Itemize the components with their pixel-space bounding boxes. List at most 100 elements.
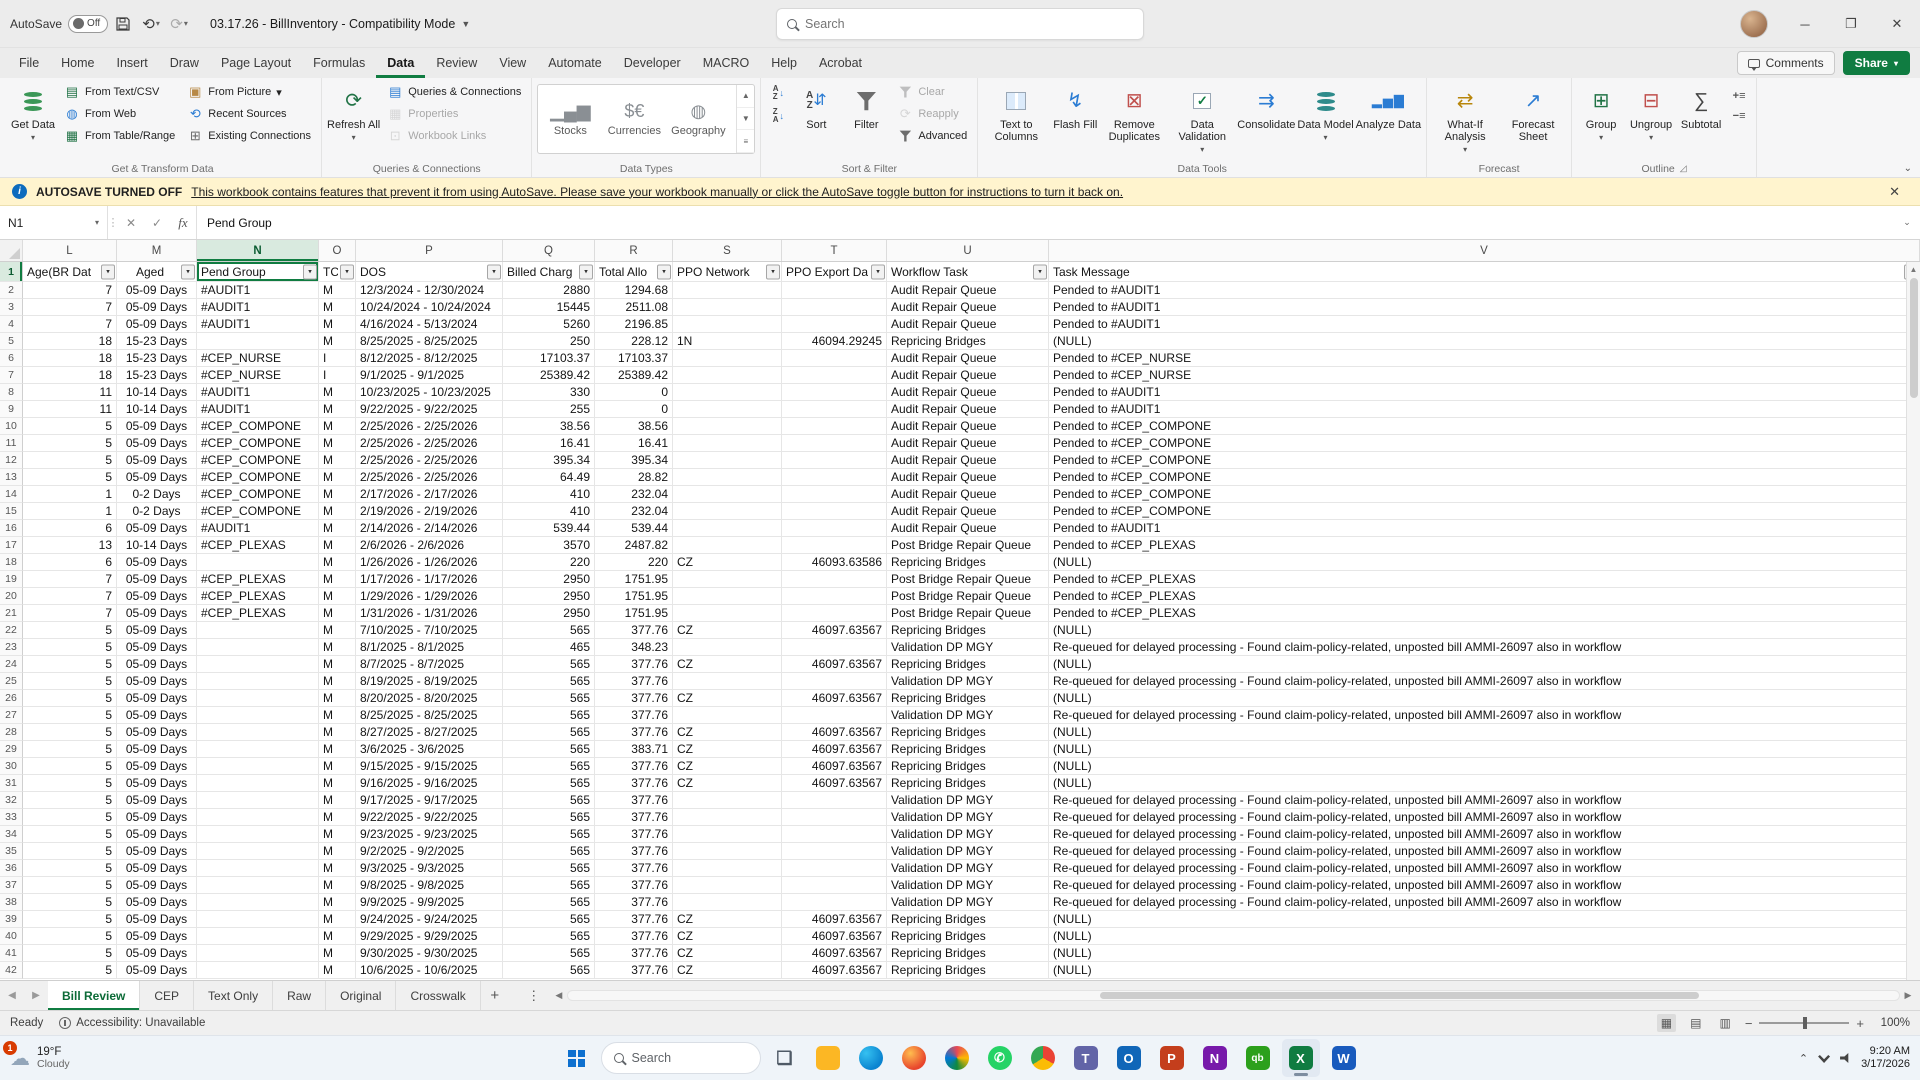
column-header-Q[interactable]: Q (503, 240, 595, 261)
scrollbar-track[interactable] (567, 990, 1900, 1001)
zoom-thumb[interactable] (1803, 1017, 1807, 1029)
row-header-20[interactable]: 20 (0, 588, 23, 605)
cell[interactable]: 05-09 Days (117, 894, 197, 911)
scroll-right-icon[interactable]: ▶ (1900, 990, 1916, 1001)
cell[interactable] (197, 843, 319, 860)
cell[interactable]: #CEP_NURSE (197, 367, 319, 384)
cell[interactable] (197, 673, 319, 690)
cell[interactable]: 7/10/2025 - 7/10/2025 (356, 622, 503, 639)
cell[interactable]: 395.34 (503, 452, 595, 469)
scrollbar-thumb[interactable] (1100, 992, 1699, 999)
outlook-icon[interactable]: O (1110, 1039, 1148, 1077)
reapply-button[interactable]: ⟳Reapply (892, 103, 972, 125)
cell[interactable]: CZ (673, 945, 782, 962)
zoom-slider[interactable] (1759, 1022, 1849, 1024)
cell[interactable]: 46097.63567 (782, 945, 887, 962)
accessibility-checker[interactable]: Accessibility: Unavailable (59, 1017, 205, 1029)
cell[interactable]: M (319, 639, 356, 656)
cell[interactable]: Repricing Bridges (887, 911, 1049, 928)
cell[interactable]: 565 (503, 741, 595, 758)
cell[interactable]: 8/20/2025 - 8/20/2025 (356, 690, 503, 707)
cell[interactable]: Repricing Bridges (887, 928, 1049, 945)
column-header-O[interactable]: O (319, 240, 356, 261)
cell[interactable]: CZ (673, 741, 782, 758)
previous-sheet-button[interactable]: ◀ (0, 981, 24, 1010)
cell[interactable]: 565 (503, 962, 595, 979)
quickbooks-icon[interactable]: qb (1239, 1039, 1277, 1077)
cell[interactable]: 2/25/2026 - 2/25/2026 (356, 418, 503, 435)
cell[interactable]: Audit Repair Queue (887, 316, 1049, 333)
row-header-38[interactable]: 38 (0, 894, 23, 911)
cell[interactable] (673, 384, 782, 401)
cell[interactable]: 5 (23, 741, 117, 758)
cell[interactable]: Pended to #CEP_PLEXAS (1049, 605, 1920, 622)
cell[interactable] (197, 928, 319, 945)
from-web-button[interactable]: ◍From Web (59, 103, 180, 125)
cell[interactable]: 05-09 Days (117, 282, 197, 299)
cell[interactable]: 8/25/2025 - 8/25/2025 (356, 333, 503, 350)
column-header-L[interactable]: L (23, 240, 117, 261)
cell[interactable]: 9/24/2025 - 9/24/2025 (356, 911, 503, 928)
row-header-17[interactable]: 17 (0, 537, 23, 554)
row-header-15[interactable]: 15 (0, 503, 23, 520)
cell[interactable] (673, 282, 782, 299)
header-cell-U[interactable]: Workflow Task▾ (887, 262, 1049, 282)
dialog-launcher-icon[interactable]: ◿ (1680, 163, 1687, 174)
cell[interactable]: M (319, 656, 356, 673)
cell[interactable]: 10/6/2025 - 10/6/2025 (356, 962, 503, 979)
cell[interactable]: 377.76 (595, 775, 673, 792)
menu-tab-help[interactable]: Help (760, 48, 808, 78)
cell[interactable]: 05-09 Days (117, 316, 197, 333)
cell[interactable] (782, 639, 887, 656)
powerpoint-icon[interactable]: P (1153, 1039, 1191, 1077)
row-header-1[interactable]: 1 (0, 262, 23, 282)
group-button[interactable]: ⊞Group▾ (1577, 81, 1625, 157)
cell[interactable]: M (319, 571, 356, 588)
row-header-28[interactable]: 28 (0, 724, 23, 741)
normal-view-button[interactable]: ▦ (1657, 1014, 1676, 1032)
cell[interactable]: 46097.63567 (782, 911, 887, 928)
cell[interactable]: 5 (23, 775, 117, 792)
row-header-27[interactable]: 27 (0, 707, 23, 724)
row-header-3[interactable]: 3 (0, 299, 23, 316)
cell[interactable]: Pended to #AUDIT1 (1049, 282, 1920, 299)
cell[interactable]: 05-09 Days (117, 758, 197, 775)
edge-icon[interactable] (852, 1039, 890, 1077)
cell[interactable] (673, 469, 782, 486)
filter-button-P[interactable]: ▾ (487, 264, 501, 279)
cell[interactable] (782, 520, 887, 537)
row-header-30[interactable]: 30 (0, 758, 23, 775)
cell[interactable]: 10-14 Days (117, 384, 197, 401)
cell[interactable]: 565 (503, 945, 595, 962)
cell[interactable]: 5 (23, 673, 117, 690)
start-button[interactable] (558, 1039, 596, 1077)
cell[interactable]: (NULL) (1049, 333, 1920, 350)
cell[interactable]: 46097.63567 (782, 775, 887, 792)
column-header-T[interactable]: T (782, 240, 887, 261)
filter-button-U[interactable]: ▾ (1033, 264, 1047, 279)
cell[interactable]: M (319, 622, 356, 639)
cell[interactable] (782, 894, 887, 911)
row-header-39[interactable]: 39 (0, 911, 23, 928)
page-layout-view-button[interactable]: ▤ (1686, 1014, 1705, 1032)
row-header-41[interactable]: 41 (0, 945, 23, 962)
filter-button-N[interactable]: ▾ (303, 264, 317, 279)
cell[interactable]: 5 (23, 962, 117, 979)
cell[interactable] (197, 724, 319, 741)
cell[interactable] (673, 520, 782, 537)
cell[interactable] (782, 860, 887, 877)
firefox-icon[interactable] (895, 1039, 933, 1077)
cell[interactable]: 05-09 Days (117, 707, 197, 724)
wifi-icon[interactable] (1818, 1053, 1830, 1063)
cell[interactable] (197, 962, 319, 979)
cell[interactable] (673, 452, 782, 469)
cell[interactable]: Audit Repair Queue (887, 350, 1049, 367)
cell[interactable] (197, 911, 319, 928)
cell[interactable]: M (319, 792, 356, 809)
menu-tab-automate[interactable]: Automate (537, 48, 613, 78)
text-to-columns-button[interactable]: Text to Columns (983, 81, 1049, 157)
cell[interactable]: Pended to #AUDIT1 (1049, 520, 1920, 537)
filter-button-L[interactable]: ▾ (101, 264, 115, 279)
cell[interactable]: 46097.63567 (782, 741, 887, 758)
cell[interactable] (673, 809, 782, 826)
